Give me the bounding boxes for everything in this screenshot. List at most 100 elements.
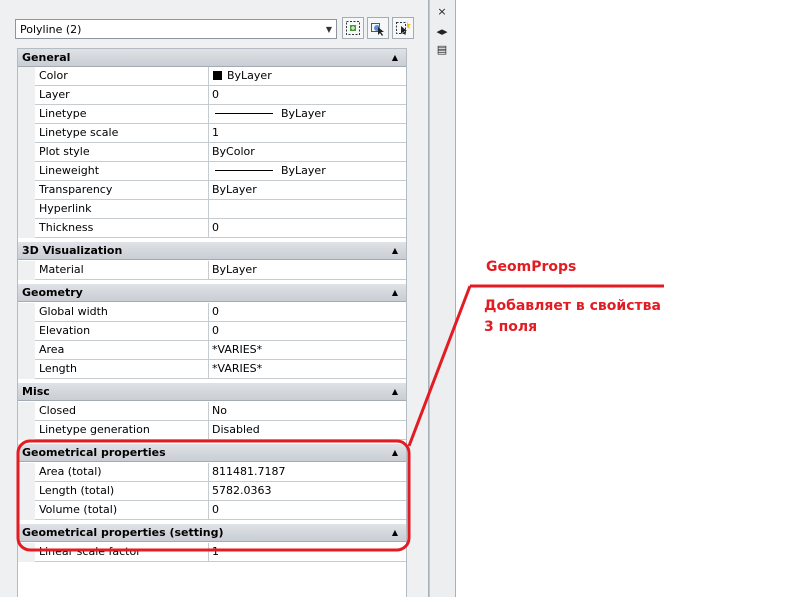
property-grid: General ▲ Color ByLayer Layer 0 Linetype… (17, 48, 407, 562)
property-row-length[interactable]: Length *VARIES* (18, 360, 406, 379)
property-name: Linetype (35, 105, 209, 124)
property-value[interactable]: 0 (209, 86, 406, 105)
property-name: Closed (35, 402, 209, 421)
category-title: 3D Visualization (22, 244, 123, 257)
property-name: Length (total) (35, 482, 209, 501)
property-name: Linetype generation (35, 421, 209, 440)
category-general[interactable]: General ▲ (18, 49, 406, 67)
autohide-icon[interactable]: ◂▸ (433, 24, 451, 38)
property-name: Hyperlink (35, 200, 209, 219)
property-row-area-total[interactable]: Area (total) 811481.7187 (18, 463, 406, 482)
category-title: General (22, 51, 71, 64)
property-value[interactable]: ByLayer (209, 162, 406, 181)
property-name: Transparency (35, 181, 209, 200)
property-value[interactable]: 0 (209, 322, 406, 341)
collapse-icon[interactable]: ▲ (392, 448, 398, 457)
property-grid-empty-area (17, 562, 407, 597)
property-row-closed[interactable]: Closed No (18, 402, 406, 421)
property-value[interactable]: *VARIES* (209, 360, 406, 379)
quick-select-icon (396, 21, 411, 35)
collapse-icon[interactable]: ▲ (392, 53, 398, 62)
property-name: Area (35, 341, 209, 360)
property-name: Linetype scale (35, 124, 209, 143)
property-value[interactable]: 0 (209, 501, 406, 520)
property-name: Elevation (35, 322, 209, 341)
property-value[interactable]: *VARIES* (209, 341, 406, 360)
property-name: Area (total) (35, 463, 209, 482)
property-value[interactable]: 811481.7187 (209, 463, 406, 482)
property-name: Thickness (35, 219, 209, 238)
category-geometrical-properties[interactable]: Geometrical properties ▲ (18, 444, 406, 462)
property-name: Material (35, 261, 209, 280)
category-geometrical-properties-setting[interactable]: Geometrical properties (setting) ▲ (18, 524, 406, 542)
property-value[interactable] (209, 200, 406, 219)
collapse-icon[interactable]: ▲ (392, 387, 398, 396)
property-row-volume-total[interactable]: Volume (total) 0 (18, 501, 406, 520)
collapse-icon[interactable]: ▲ (392, 528, 398, 537)
collapse-icon[interactable]: ▲ (392, 246, 398, 255)
property-value[interactable]: 1 (209, 543, 406, 562)
property-name: Layer (35, 86, 209, 105)
property-name: Lineweight (35, 162, 209, 181)
property-name: Volume (total) (35, 501, 209, 520)
annotation-title: GeomProps (486, 259, 577, 275)
properties-menu-icon[interactable]: ▤ (433, 42, 451, 56)
property-row-linetype[interactable]: Linetype ByLayer (18, 105, 406, 124)
close-icon[interactable]: × (433, 4, 451, 18)
annotation-line: 3 поля (484, 319, 538, 335)
category-geometry[interactable]: Geometry ▲ (18, 284, 406, 302)
property-row-plot-style[interactable]: Plot style ByColor (18, 143, 406, 162)
object-type-value: Polyline (2) (20, 22, 82, 36)
property-name: Length (35, 360, 209, 379)
property-row-transparency[interactable]: Transparency ByLayer (18, 181, 406, 200)
category-title: Misc (22, 385, 50, 398)
annotation-description: Добавляет в свойства 3 поля (484, 296, 684, 338)
property-row-length-total[interactable]: Length (total) 5782.0363 (18, 482, 406, 501)
property-value[interactable]: 1 (209, 124, 406, 143)
property-name: Global width (35, 303, 209, 322)
property-row-material[interactable]: Material ByLayer (18, 261, 406, 280)
property-value[interactable]: ByColor (209, 143, 406, 162)
property-row-thickness[interactable]: Thickness 0 (18, 219, 406, 238)
pickadd-toggle-icon (346, 21, 360, 35)
property-row-elevation[interactable]: Elevation 0 (18, 322, 406, 341)
property-value[interactable]: 0 (209, 219, 406, 238)
property-row-hyperlink[interactable]: Hyperlink (18, 200, 406, 219)
annotation-line: Добавляет в свойства (484, 298, 661, 314)
palette-title-strip: × ◂▸ ▤ (429, 0, 456, 597)
property-row-lineweight[interactable]: Lineweight ByLayer (18, 162, 406, 181)
color-swatch-icon (213, 71, 222, 80)
property-value[interactable]: 0 (209, 303, 406, 322)
property-value[interactable]: Disabled (209, 421, 406, 440)
collapse-icon[interactable]: ▲ (392, 288, 398, 297)
property-row-linear-scale-factor[interactable]: Linear scale factor 1 (18, 543, 406, 562)
property-name: Plot style (35, 143, 209, 162)
property-row-global-width[interactable]: Global width 0 (18, 303, 406, 322)
property-row-linetype-generation[interactable]: Linetype generation Disabled (18, 421, 406, 440)
property-row-linetype-scale[interactable]: Linetype scale 1 (18, 124, 406, 143)
property-value[interactable]: ByLayer (209, 261, 406, 280)
object-type-dropdown[interactable]: Polyline (2) ▼ (15, 19, 337, 39)
quick-select-button[interactable] (392, 17, 414, 39)
select-objects-button[interactable] (367, 17, 389, 39)
property-value[interactable]: No (209, 402, 406, 421)
chevron-down-icon[interactable]: ▼ (322, 25, 336, 34)
property-value[interactable]: 5782.0363 (209, 482, 406, 501)
category-misc[interactable]: Misc ▲ (18, 383, 406, 401)
category-title: Geometrical properties (setting) (22, 526, 224, 539)
linetype-sample-icon (215, 113, 273, 114)
category-3d-visualization[interactable]: 3D Visualization ▲ (18, 242, 406, 260)
property-row-color[interactable]: Color ByLayer (18, 67, 406, 86)
select-objects-icon (371, 23, 384, 36)
lineweight-sample-icon (215, 170, 273, 171)
property-name: Color (35, 67, 209, 86)
category-title: Geometry (22, 286, 83, 299)
property-value[interactable]: ByLayer (209, 67, 406, 86)
property-name: Linear scale factor (35, 543, 209, 562)
pickadd-toggle-button[interactable] (342, 17, 364, 39)
properties-palette: Polyline (2) ▼ General ▲ Color ByLayer L… (0, 0, 429, 597)
property-row-layer[interactable]: Layer 0 (18, 86, 406, 105)
property-value[interactable]: ByLayer (209, 181, 406, 200)
property-value[interactable]: ByLayer (209, 105, 406, 124)
property-row-area[interactable]: Area *VARIES* (18, 341, 406, 360)
